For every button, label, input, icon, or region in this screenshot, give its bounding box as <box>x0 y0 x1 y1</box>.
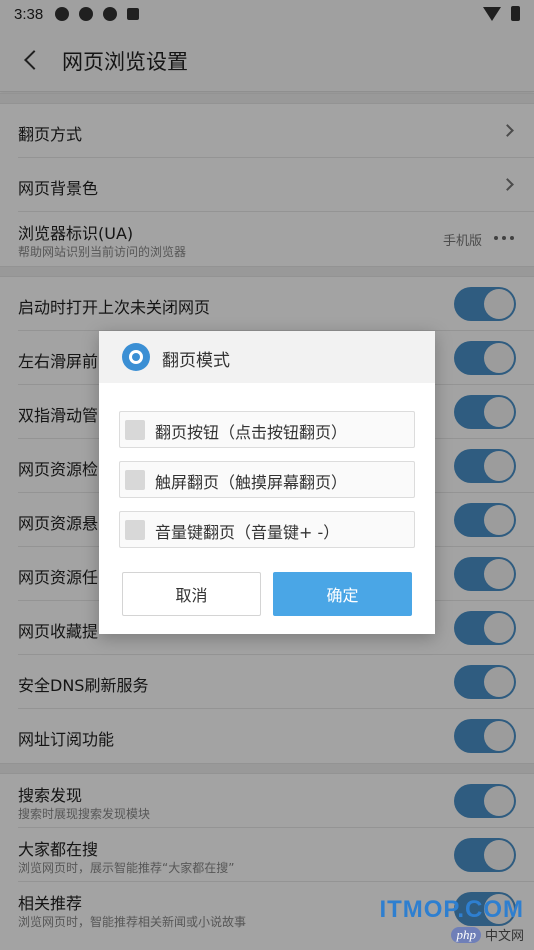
option-page-button[interactable]: 翻页按钮（点击按钮翻页） <box>119 411 415 448</box>
option-touch-screen[interactable]: 触屏翻页（触摸屏幕翻页） <box>119 461 415 498</box>
checkbox[interactable] <box>125 420 145 440</box>
watermark-cn: 中文网 <box>484 929 524 944</box>
option-label: 翻页按钮（点击按钮翻页） <box>155 423 348 442</box>
option-volume-key[interactable]: 音量键翻页（音量键+ -） <box>119 511 415 548</box>
option-label: 音量键翻页（音量键+ -） <box>155 523 340 542</box>
watermark-sub: php 中文网 <box>451 925 524 944</box>
gear-icon <box>122 343 150 371</box>
ok-button[interactable]: 确定 <box>273 572 412 616</box>
page-turn-mode-dialog: 翻页模式 翻页按钮（点击按钮翻页） 触屏翻页（触摸屏幕翻页） 音量键翻页（音量键… <box>99 331 435 634</box>
dialog-header: 翻页模式 <box>99 331 435 383</box>
watermark-php: php <box>451 926 481 943</box>
option-label: 触屏翻页（触摸屏幕翻页） <box>155 473 348 492</box>
dialog-title: 翻页模式 <box>162 351 230 371</box>
watermark-main: ITMOP.COM <box>379 895 524 923</box>
cancel-button[interactable]: 取消 <box>122 572 261 616</box>
watermark: ITMOP.COM php 中文网 <box>379 896 524 945</box>
checkbox[interactable] <box>125 520 145 540</box>
checkbox[interactable] <box>125 470 145 490</box>
